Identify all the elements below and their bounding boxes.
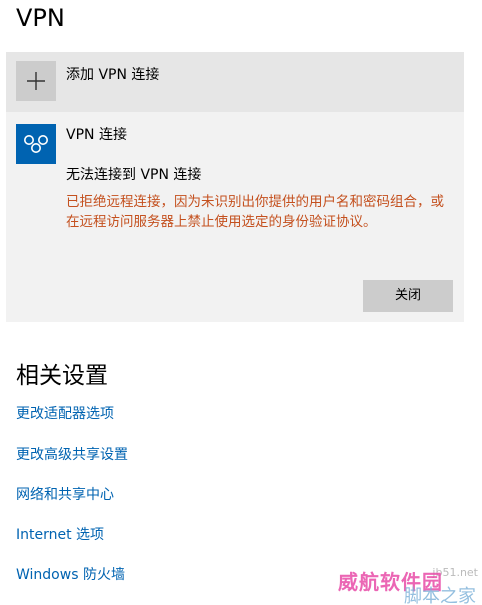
vpn-settings-page: VPN 添加 VPN 连接 VPN 连接 无法连接到 VPN 连接 已拒绝远程连… xyxy=(0,0,482,605)
vpn-connection-status: 无法连接到 VPN 连接 xyxy=(66,167,202,183)
vpn-connection-tile xyxy=(16,124,56,164)
link-change-adapter-options[interactable]: 更改适配器选项 xyxy=(16,403,114,423)
vpn-error-message: 已拒绝远程连接，因为未识别出你提供的用户名和密码组合，或在远程访问服务器上禁止使… xyxy=(66,194,444,230)
link-internet-options[interactable]: Internet 选项 xyxy=(16,524,104,544)
add-vpn-label: 添加 VPN 连接 xyxy=(66,67,160,83)
link-network-sharing-center[interactable]: 网络和共享中心 xyxy=(16,484,114,504)
plus-icon xyxy=(27,72,45,90)
add-vpn-connection-button[interactable]: 添加 VPN 连接 xyxy=(6,52,464,112)
vpn-connection-name: VPN 连接 xyxy=(66,127,127,143)
add-tile xyxy=(16,61,56,101)
page-title: VPN xyxy=(16,4,65,32)
close-button[interactable]: 关闭 xyxy=(363,280,453,312)
watermark: jb51.net 威航软件园 脚本之家 xyxy=(336,538,482,605)
vpn-panel: 添加 VPN 连接 VPN 连接 无法连接到 VPN 连接 已拒绝远程连接，因为… xyxy=(6,52,464,322)
vpn-connection-icon xyxy=(24,135,48,153)
watermark-sub: 脚本之家 xyxy=(404,586,476,605)
related-settings-title: 相关设置 xyxy=(16,363,108,389)
link-windows-firewall[interactable]: Windows 防火墙 xyxy=(16,564,125,584)
link-advanced-sharing-settings[interactable]: 更改高级共享设置 xyxy=(16,444,128,464)
